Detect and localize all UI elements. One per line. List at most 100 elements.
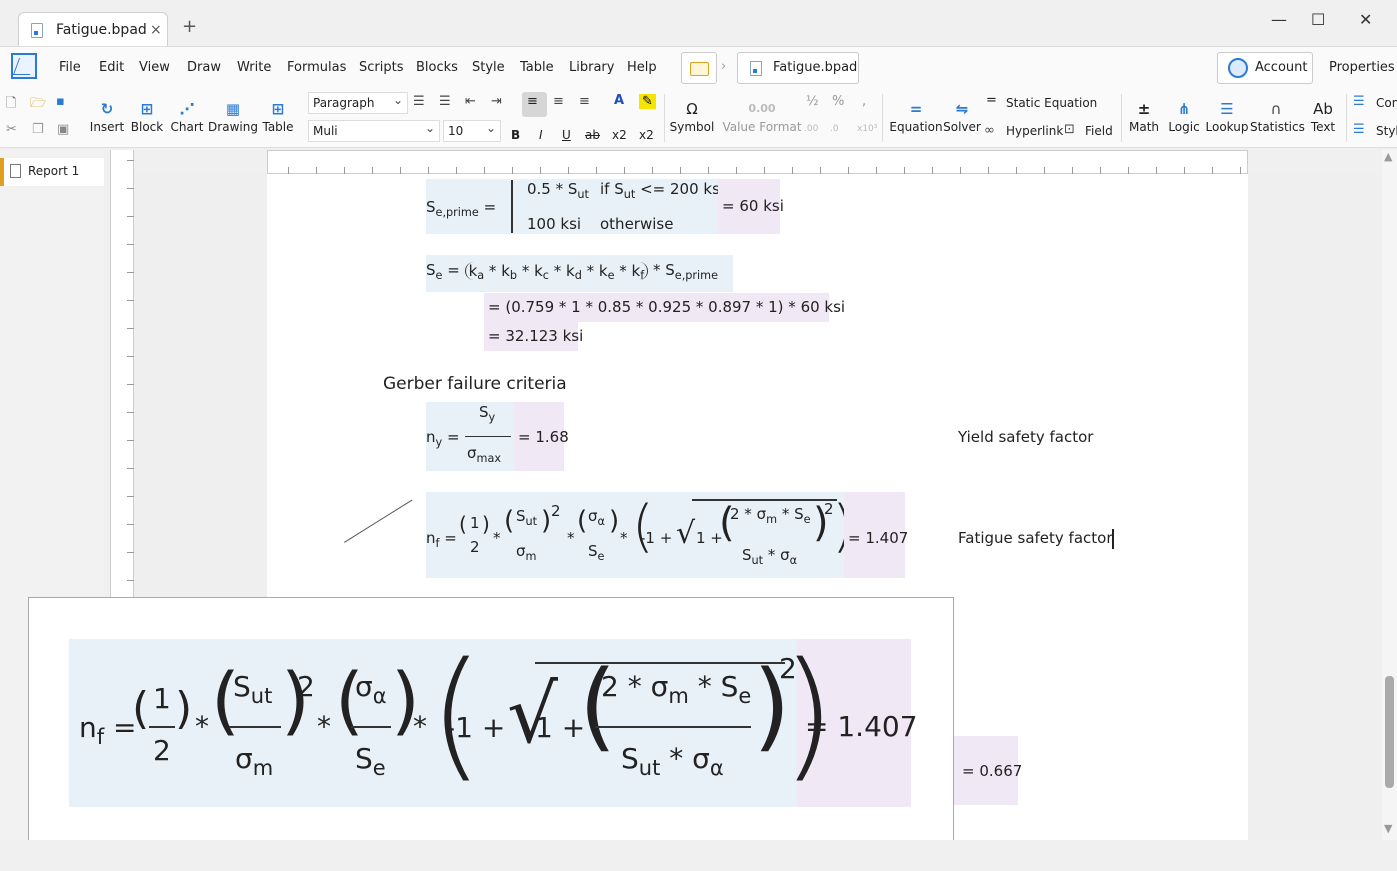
new-tab-button[interactable]: + xyxy=(182,16,197,37)
menu-scripts[interactable]: Scripts xyxy=(359,60,403,75)
menu-bar: File Edit View Draw Write Formulas Scrip… xyxy=(0,46,1397,88)
solver-button[interactable]: ⇋ Solver xyxy=(943,98,981,134)
align-left-icon[interactable]: ≡ xyxy=(527,94,538,109)
ruler-tick xyxy=(127,384,134,385)
chart-button[interactable]: ⋰ Chart xyxy=(169,98,205,134)
menu-table[interactable]: Table xyxy=(520,60,554,75)
comma-icon[interactable]: , xyxy=(862,94,866,109)
app-logo-icon[interactable] xyxy=(11,53,37,79)
symbol-button[interactable]: Ω Symbol xyxy=(668,98,716,134)
subscript-button[interactable]: x2 xyxy=(612,128,627,142)
menu-file[interactable]: File xyxy=(59,60,81,75)
menu-edit[interactable]: Edit xyxy=(99,60,124,75)
align-right-icon[interactable]: ≡ xyxy=(579,94,590,109)
cut-icon[interactable]: ✂ xyxy=(6,122,17,137)
text-button[interactable]: Ab Text xyxy=(1306,98,1340,134)
folder-icon xyxy=(690,62,709,76)
table-icon: ⊞ xyxy=(271,100,285,118)
scroll-up-icon[interactable]: ▲ xyxy=(1384,150,1392,163)
block-button[interactable]: ⊞ Block xyxy=(129,98,165,134)
section-heading[interactable]: Gerber failure criteria xyxy=(383,374,567,394)
scientific-icon[interactable]: x10³ xyxy=(857,124,877,134)
ruler-tick xyxy=(708,167,709,174)
menu-formulas[interactable]: Formulas xyxy=(287,60,346,75)
omega-icon: Ω xyxy=(686,100,698,118)
align-center-icon[interactable]: ≡ xyxy=(553,94,564,109)
menu-library[interactable]: Library xyxy=(569,60,614,75)
insert-button[interactable]: ↻ Insert xyxy=(89,98,125,134)
font-select[interactable]: Muli xyxy=(308,120,440,142)
menu-blocks[interactable]: Blocks xyxy=(416,60,458,75)
highlight-icon[interactable]: ✎ xyxy=(639,94,656,109)
close-tab-icon[interactable]: × xyxy=(150,22,162,38)
decrease-decimal-icon[interactable]: .00 xyxy=(804,124,818,134)
nf-equation[interactable]: nf = (1 2) * (Sut σm) 2 * (σα Se) * ( -1 + √… xyxy=(426,492,854,578)
nf-note[interactable]: Fatigue safety factor xyxy=(958,529,1113,547)
scroll-down-icon[interactable]: ▼ xyxy=(1384,822,1392,835)
se-prime-equation[interactable]: Se,prime = 0.5 * Sut if Sut <= 200 ksi 1… xyxy=(426,179,724,234)
ny-equation[interactable]: ny = Sy σmax xyxy=(426,402,514,471)
account-button[interactable]: Account xyxy=(1217,52,1313,84)
ruler-tick xyxy=(596,167,597,174)
font-size-select[interactable]: 10 xyxy=(443,120,501,142)
font-color-icon[interactable]: A xyxy=(614,93,624,108)
superscript-button[interactable]: x2 xyxy=(639,128,654,142)
ruler-tick xyxy=(1016,167,1017,174)
open-file-icon[interactable]: 🗁 xyxy=(30,94,46,116)
open-folder-button[interactable] xyxy=(681,52,717,84)
ruler-tick xyxy=(316,167,317,174)
copy-icon[interactable]: ❐ xyxy=(32,122,44,137)
indent-icon[interactable]: ⇥ xyxy=(491,94,502,109)
sidebar-item-report-1[interactable]: Report 1 xyxy=(0,158,104,186)
breadcrumb-file-button[interactable]: Fatigue.bpad xyxy=(737,52,859,84)
logic-label: Logic xyxy=(1168,120,1200,134)
close-window-button[interactable]: ✕ xyxy=(1359,10,1372,29)
numbered-list-icon[interactable]: ☰ xyxy=(439,94,451,109)
bullet-list-icon[interactable]: ☰ xyxy=(413,94,425,109)
equation-button[interactable]: = Equation xyxy=(889,98,943,134)
styles-button[interactable]: Styl xyxy=(1376,124,1397,138)
menu-style[interactable]: Style xyxy=(472,60,505,75)
tab-title: Fatigue.bpad xyxy=(56,22,147,38)
contents-button[interactable]: Con xyxy=(1376,96,1397,110)
zoom-op3: * xyxy=(413,710,427,743)
ny-note[interactable]: Yield safety factor xyxy=(958,428,1093,446)
table-button[interactable]: ⊞ Table xyxy=(261,98,295,134)
minimize-button[interactable]: — xyxy=(1271,10,1287,29)
increase-decimal-icon[interactable]: .0 xyxy=(830,124,839,134)
ruler-tick xyxy=(428,167,429,174)
menu-view[interactable]: View xyxy=(139,60,170,75)
paste-icon[interactable]: ▣ xyxy=(57,122,69,137)
vertical-scrollbar[interactable]: ▲ ▼ xyxy=(1382,150,1397,840)
ny-lhs: ny = xyxy=(426,428,460,449)
hyperlink-button[interactable]: Hyperlink xyxy=(1006,124,1063,138)
math-button[interactable]: ± Math xyxy=(1125,98,1163,134)
outdent-icon[interactable]: ⇤ xyxy=(465,94,476,109)
document-tab[interactable]: Fatigue.bpad × xyxy=(18,12,168,46)
zoom-frac-bar xyxy=(149,726,175,728)
save-icon[interactable]: ▪ xyxy=(56,94,65,109)
scrollbar-thumb[interactable] xyxy=(1385,676,1394,788)
menu-write[interactable]: Write xyxy=(237,60,271,75)
properties-button[interactable]: Properties xyxy=(1329,60,1395,75)
menu-help[interactable]: Help xyxy=(627,60,657,75)
percent-icon[interactable]: % xyxy=(832,94,844,109)
field-button[interactable]: Field xyxy=(1085,124,1113,138)
lookup-button[interactable]: ☰ Lookup xyxy=(1204,98,1250,134)
logic-button[interactable]: ⋔ Logic xyxy=(1165,98,1203,134)
fraction-icon[interactable]: ½ xyxy=(806,94,819,109)
static-equation-button[interactable]: Static Equation xyxy=(1006,96,1097,110)
new-file-icon[interactable]: 🗋 xyxy=(6,94,16,116)
bold-button[interactable]: B xyxy=(511,128,520,142)
underline-button[interactable]: U xyxy=(562,128,571,142)
menu-draw[interactable]: Draw xyxy=(187,60,221,75)
maximize-button[interactable]: ☐ xyxy=(1311,10,1325,29)
lookup-icon: ☰ xyxy=(1220,100,1234,118)
strikethrough-button[interactable]: ab xyxy=(585,128,600,142)
statistics-button[interactable]: ∩ Statistics xyxy=(1250,98,1305,134)
italic-button[interactable]: I xyxy=(539,128,543,142)
se-equation[interactable]: Se = ka * kb * kc * kd * ke * kf * Se,pr… xyxy=(426,255,733,292)
paragraph-style-select[interactable]: Paragraph xyxy=(308,92,408,114)
value-format-button[interactable]: 0.00 Value Format xyxy=(722,98,802,134)
drawing-button[interactable]: ▦ Drawing xyxy=(207,98,259,134)
